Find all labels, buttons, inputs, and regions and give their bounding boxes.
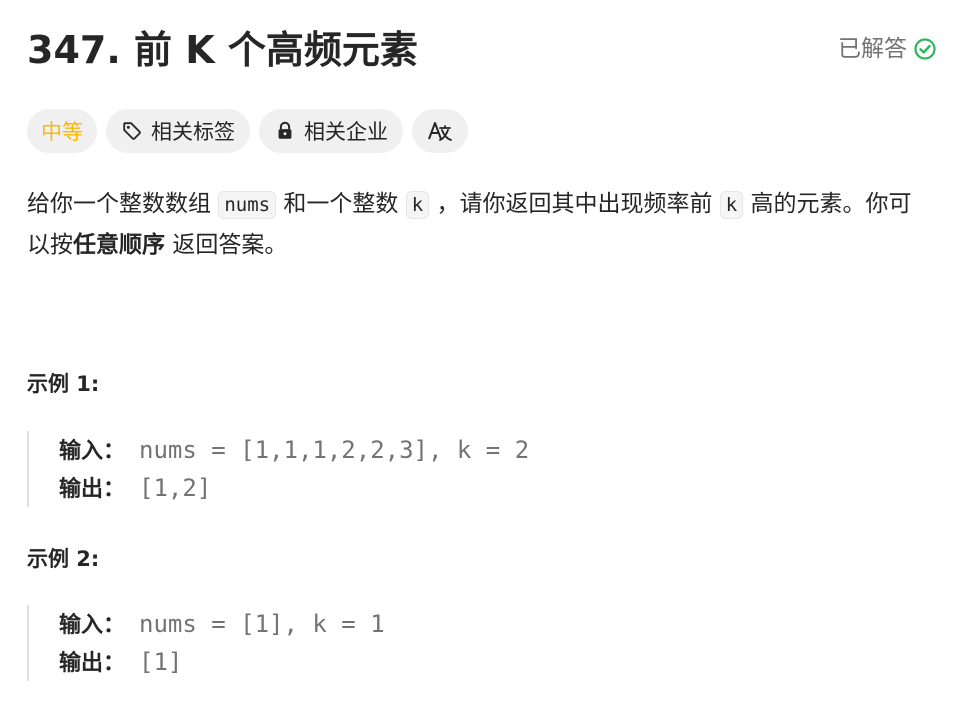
- problem-title[interactable]: 347. 前 K 个高频元素: [27, 24, 418, 76]
- output-label: 输出：: [59, 651, 126, 676]
- code-k: k: [405, 191, 430, 219]
- example-2-block: 输入： nums = [1], k = 1 输出： [1]: [27, 605, 929, 681]
- example-output-line: 输出： [1,2]: [59, 469, 929, 507]
- related-companies-button[interactable]: 相关企业: [259, 109, 403, 153]
- related-tags-button[interactable]: 相关标签: [106, 109, 250, 153]
- example-input-line: 输入： nums = [1], k = 1: [59, 605, 929, 643]
- tag-icon: [123, 122, 141, 140]
- input-value: nums = [1], k = 1: [139, 610, 385, 638]
- example-output-line: 输出： [1]: [59, 643, 929, 681]
- output-value: [1,2]: [139, 474, 212, 502]
- solved-label: 已解答: [838, 36, 907, 62]
- problem-header: 347. 前 K 个高频元素 已解答: [27, 0, 937, 100]
- description-text: 给你一个整数数组: [27, 191, 211, 217]
- example-input-line: 输入： nums = [1,1,1,2,2,3], k = 2: [59, 431, 929, 469]
- output-label: 输出：: [59, 477, 126, 502]
- description-bold: 任意顺序: [73, 232, 165, 258]
- code-k: k: [719, 191, 744, 219]
- example-2-title: 示例 2:: [27, 547, 100, 571]
- problem-page: 347. 前 K 个高频元素 已解答 中等 相关标签 相关企业 给你一个整数数组…: [27, 0, 937, 681]
- example-1-title: 示例 1:: [27, 372, 100, 396]
- input-label: 输入：: [59, 439, 126, 464]
- problem-description: 给你一个整数数组 nums 和一个整数 k ，请你返回其中出现频率前 k 高的元…: [27, 184, 932, 265]
- lock-icon: [278, 121, 292, 139]
- related-companies-label: 相关企业: [304, 120, 388, 144]
- output-value: [1]: [139, 648, 183, 676]
- difficulty-badge: 中等: [27, 109, 97, 153]
- description-text: 返回答案。: [172, 232, 288, 258]
- problem-tags: 中等 相关标签 相关企业: [27, 109, 477, 153]
- example-1-block: 输入： nums = [1,1,1,2,2,3], k = 2 输出： [1,2]: [27, 431, 929, 507]
- description-text: 和一个整数: [283, 191, 399, 217]
- translate-button[interactable]: [412, 109, 468, 153]
- input-value: nums = [1,1,1,2,2,3], k = 2: [139, 436, 530, 464]
- translate-icon: [428, 122, 452, 141]
- check-circle-icon: [914, 38, 936, 60]
- input-label: 输入：: [59, 613, 126, 638]
- description-text: ，请你返回其中出现频率前: [436, 191, 713, 217]
- related-tags-label: 相关标签: [151, 120, 235, 144]
- solved-status: 已解答: [838, 33, 937, 65]
- code-nums: nums: [218, 191, 277, 219]
